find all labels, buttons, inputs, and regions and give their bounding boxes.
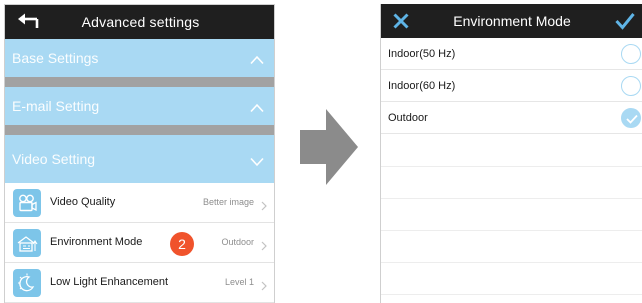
radio-button-selected[interactable] — [621, 108, 641, 128]
page-title: Environment Mode — [453, 13, 571, 29]
option-label: Outdoor — [388, 112, 428, 124]
row-label: Environment Mode — [50, 236, 143, 248]
section-base-settings[interactable]: Base Settings — [5, 39, 274, 77]
chevron-right-icon — [261, 198, 267, 211]
radio-button[interactable] — [621, 44, 641, 64]
top-bar: Environment Mode — [381, 4, 642, 38]
section-label: Video Setting — [12, 151, 96, 167]
divider — [5, 125, 274, 135]
option-indoor-60hz[interactable]: Indoor(60 Hz) — [381, 70, 642, 102]
row-value: Better image — [202, 197, 254, 207]
video-settings-list: Video Quality Better image Environment M… — [5, 183, 274, 303]
environment-icon — [13, 229, 41, 257]
divider — [5, 77, 274, 87]
chevron-right-icon — [261, 278, 267, 291]
row-value: Outdoor — [221, 237, 254, 247]
row-label: Video Quality — [50, 196, 116, 208]
chevron-down-icon — [250, 154, 264, 167]
option-indoor-50hz[interactable]: Indoor(50 Hz) — [381, 38, 642, 70]
tutorial-figure: Advanced settings Base Settings E-mail S… — [0, 0, 642, 303]
low-light-icon — [13, 269, 41, 297]
video-camera-icon — [13, 189, 41, 217]
option-outdoor[interactable]: Outdoor — [381, 102, 642, 134]
checkmark-icon[interactable] — [615, 12, 635, 30]
advanced-settings-screen: Advanced settings Base Settings E-mail S… — [4, 4, 275, 303]
chevron-up-icon — [250, 100, 264, 113]
step-badge: 2 — [170, 232, 194, 256]
environment-mode-screen: Environment Mode Indoor(50 Hz) Indoor(60… — [380, 4, 642, 303]
divider — [381, 230, 642, 231]
section-label: Base Settings — [12, 50, 99, 66]
divider — [381, 294, 642, 295]
divider — [381, 262, 642, 263]
list-item-low-light[interactable]: Low Light Enhancement Level 1 — [5, 263, 274, 303]
chevron-right-icon — [261, 238, 267, 251]
row-value: Level 1 — [224, 277, 254, 287]
list-item-video-quality[interactable]: Video Quality Better image — [5, 183, 274, 223]
right-arrow-icon — [300, 109, 358, 185]
option-label: Indoor(50 Hz) — [388, 48, 456, 60]
divider — [381, 166, 642, 167]
section-video-setting[interactable]: Video Setting — [5, 135, 274, 183]
chevron-up-icon — [250, 52, 264, 65]
divider — [381, 198, 642, 199]
section-label: E-mail Setting — [12, 98, 100, 114]
section-email-setting[interactable]: E-mail Setting — [5, 87, 274, 125]
list-item-environment-mode[interactable]: Environment Mode 2 Outdoor — [5, 223, 274, 263]
option-label: Indoor(60 Hz) — [388, 80, 456, 92]
top-bar: Advanced settings — [5, 5, 274, 39]
checkmark-icon — [626, 114, 638, 124]
radio-button[interactable] — [621, 76, 641, 96]
page-title: Advanced settings — [81, 14, 200, 30]
row-label: Low Light Enhancement — [50, 276, 169, 288]
